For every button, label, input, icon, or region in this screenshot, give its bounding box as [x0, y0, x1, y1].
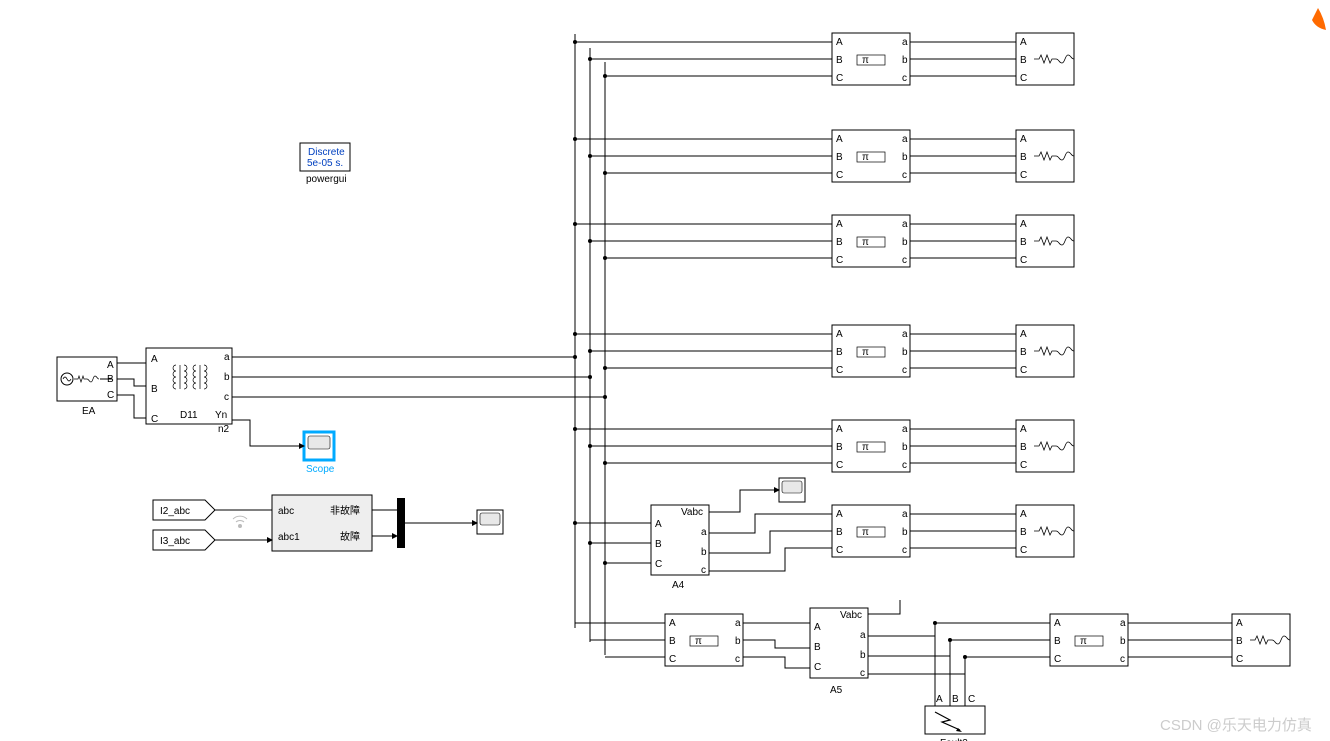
pi-7b[interactable]	[1050, 614, 1128, 666]
svg-text:A: A	[151, 354, 158, 365]
svg-text:abc: abc	[278, 506, 294, 517]
svg-text:B: B	[107, 374, 114, 385]
meas-a5[interactable]	[810, 608, 868, 679]
pi-7a[interactable]	[665, 614, 743, 666]
pi-2[interactable]	[832, 130, 910, 182]
scope-main[interactable]: Scope	[304, 432, 335, 475]
svg-text:I3_abc: I3_abc	[160, 536, 190, 547]
svg-text:非故障: 非故障	[330, 504, 360, 517]
svg-text:c: c	[224, 392, 229, 403]
powergui-label: powergui	[306, 174, 347, 185]
a4-label: A4	[672, 580, 685, 591]
powergui-block[interactable]: Discrete 5e-05 s. powergui	[300, 143, 350, 185]
source-block[interactable]: A B C EA	[57, 357, 117, 417]
pi-5[interactable]	[832, 420, 910, 472]
svg-text:b: b	[224, 372, 230, 383]
pi-6[interactable]	[832, 505, 910, 557]
pi-4[interactable]	[832, 325, 910, 377]
meas-a4[interactable]	[651, 505, 709, 576]
load-3[interactable]	[1016, 215, 1074, 267]
source-label: EA	[82, 406, 96, 417]
load-2[interactable]	[1016, 130, 1074, 182]
load-4[interactable]	[1016, 325, 1074, 377]
svg-text:故障: 故障	[340, 530, 360, 543]
load-7[interactable]	[1232, 614, 1290, 666]
powergui-line2: 5e-05 s.	[307, 158, 343, 169]
scope-a4[interactable]	[779, 478, 805, 502]
load-5[interactable]	[1016, 420, 1074, 472]
from-i3[interactable]: I3_abc	[153, 530, 215, 550]
subsystem[interactable]: abc abc1 非故障 故障	[272, 495, 372, 551]
watermark: CSDN @乐天电力仿真	[1160, 716, 1312, 734]
mux[interactable]	[397, 498, 405, 548]
corner-badge	[1312, 8, 1326, 30]
svg-text:I2_abc: I2_abc	[160, 506, 190, 517]
wireless-icon	[233, 516, 247, 527]
svg-text:C: C	[151, 414, 158, 425]
scope-label: Scope	[306, 464, 335, 475]
fault-block[interactable]: A B C Fault2	[925, 694, 985, 741]
svg-text:C: C	[107, 390, 114, 401]
a5-label: A5	[830, 685, 843, 696]
svg-text:A: A	[936, 694, 943, 705]
load-6[interactable]	[1016, 505, 1074, 557]
svg-text:B: B	[952, 694, 959, 705]
from-i2[interactable]: I2_abc	[153, 500, 215, 520]
pi-3[interactable]	[832, 215, 910, 267]
svg-text:C: C	[968, 694, 975, 705]
simulink-diagram: Aa Bb Cc π A B C Vabc Aa Bb Cc Discrete …	[0, 0, 1330, 741]
load-1[interactable]	[1016, 33, 1074, 85]
powergui-line1: Discrete	[308, 147, 345, 158]
transformer-block[interactable]: A C B a b c D11 Yn n2	[146, 348, 232, 435]
svg-text:n2: n2	[218, 424, 230, 435]
svg-text:D11: D11	[180, 410, 198, 421]
svg-text:Yn: Yn	[215, 410, 227, 421]
scope-2[interactable]	[477, 510, 503, 534]
pi-1[interactable]	[832, 33, 910, 85]
svg-text:abc1: abc1	[278, 532, 300, 543]
svg-text:A: A	[107, 360, 114, 371]
svg-text:a: a	[224, 352, 230, 363]
svg-text:B: B	[151, 384, 158, 395]
